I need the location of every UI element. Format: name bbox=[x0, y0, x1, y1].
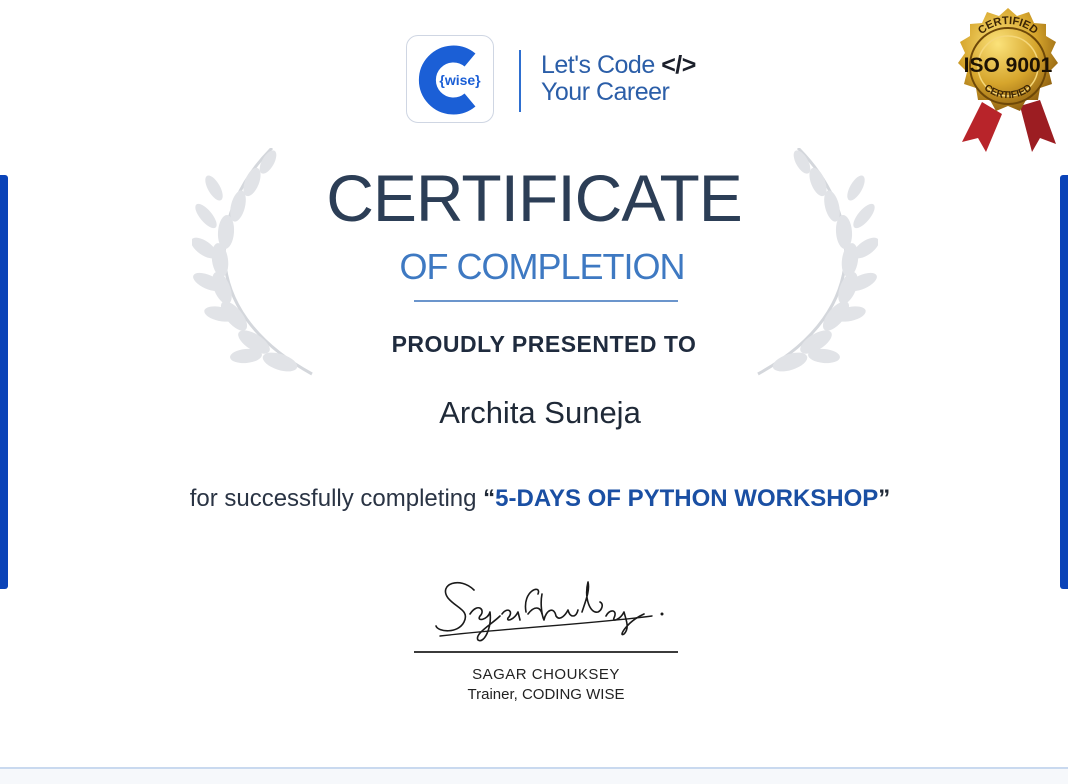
close-quote: ” bbox=[878, 485, 891, 512]
certificate-title: CERTIFICATE bbox=[326, 161, 743, 235]
certificate-subtitle: OF COMPLETION bbox=[399, 246, 685, 287]
signature-line bbox=[414, 651, 678, 653]
title-divider bbox=[414, 300, 678, 302]
logo-brand-text: {wise} bbox=[439, 72, 481, 88]
signature-icon bbox=[435, 581, 664, 642]
signatory-role: Trainer, CODING WISE bbox=[467, 686, 625, 703]
tagline-line2: Your Career bbox=[541, 78, 670, 106]
code-tag-icon: </> bbox=[661, 51, 696, 79]
completion-statement: for successfully completing “5-DAYS OF P… bbox=[0, 485, 1068, 513]
bottom-band bbox=[0, 769, 1068, 784]
recipient-name: Archita Suneja bbox=[439, 395, 641, 430]
certificate: {wise} Let's Code </> Your Career CERTIF… bbox=[0, 0, 1068, 784]
completion-prefix: for successfully completing bbox=[189, 485, 484, 512]
left-accent-bar bbox=[0, 175, 8, 589]
coding-wise-logo: {wise} bbox=[406, 35, 494, 123]
logo-c-icon: {wise} bbox=[418, 45, 481, 115]
iso-seal-icon: CERTIFIED ISO 9001 CERTIFIED bbox=[958, 8, 1058, 152]
tagline-line1: Let's Code bbox=[541, 51, 655, 79]
right-accent-bar bbox=[1060, 175, 1068, 589]
logo-divider bbox=[519, 50, 521, 112]
signatory-name: SAGAR CHOUKSEY bbox=[472, 666, 620, 683]
tagline: Let's Code </> Your Career bbox=[541, 52, 696, 106]
open-quote: “ bbox=[483, 485, 496, 512]
seal-main-text: ISO 9001 bbox=[964, 54, 1053, 77]
presented-to-label: PROUDLY PRESENTED TO bbox=[391, 331, 697, 357]
course-name: 5-DAYS OF PYTHON WORKSHOP bbox=[495, 485, 879, 512]
